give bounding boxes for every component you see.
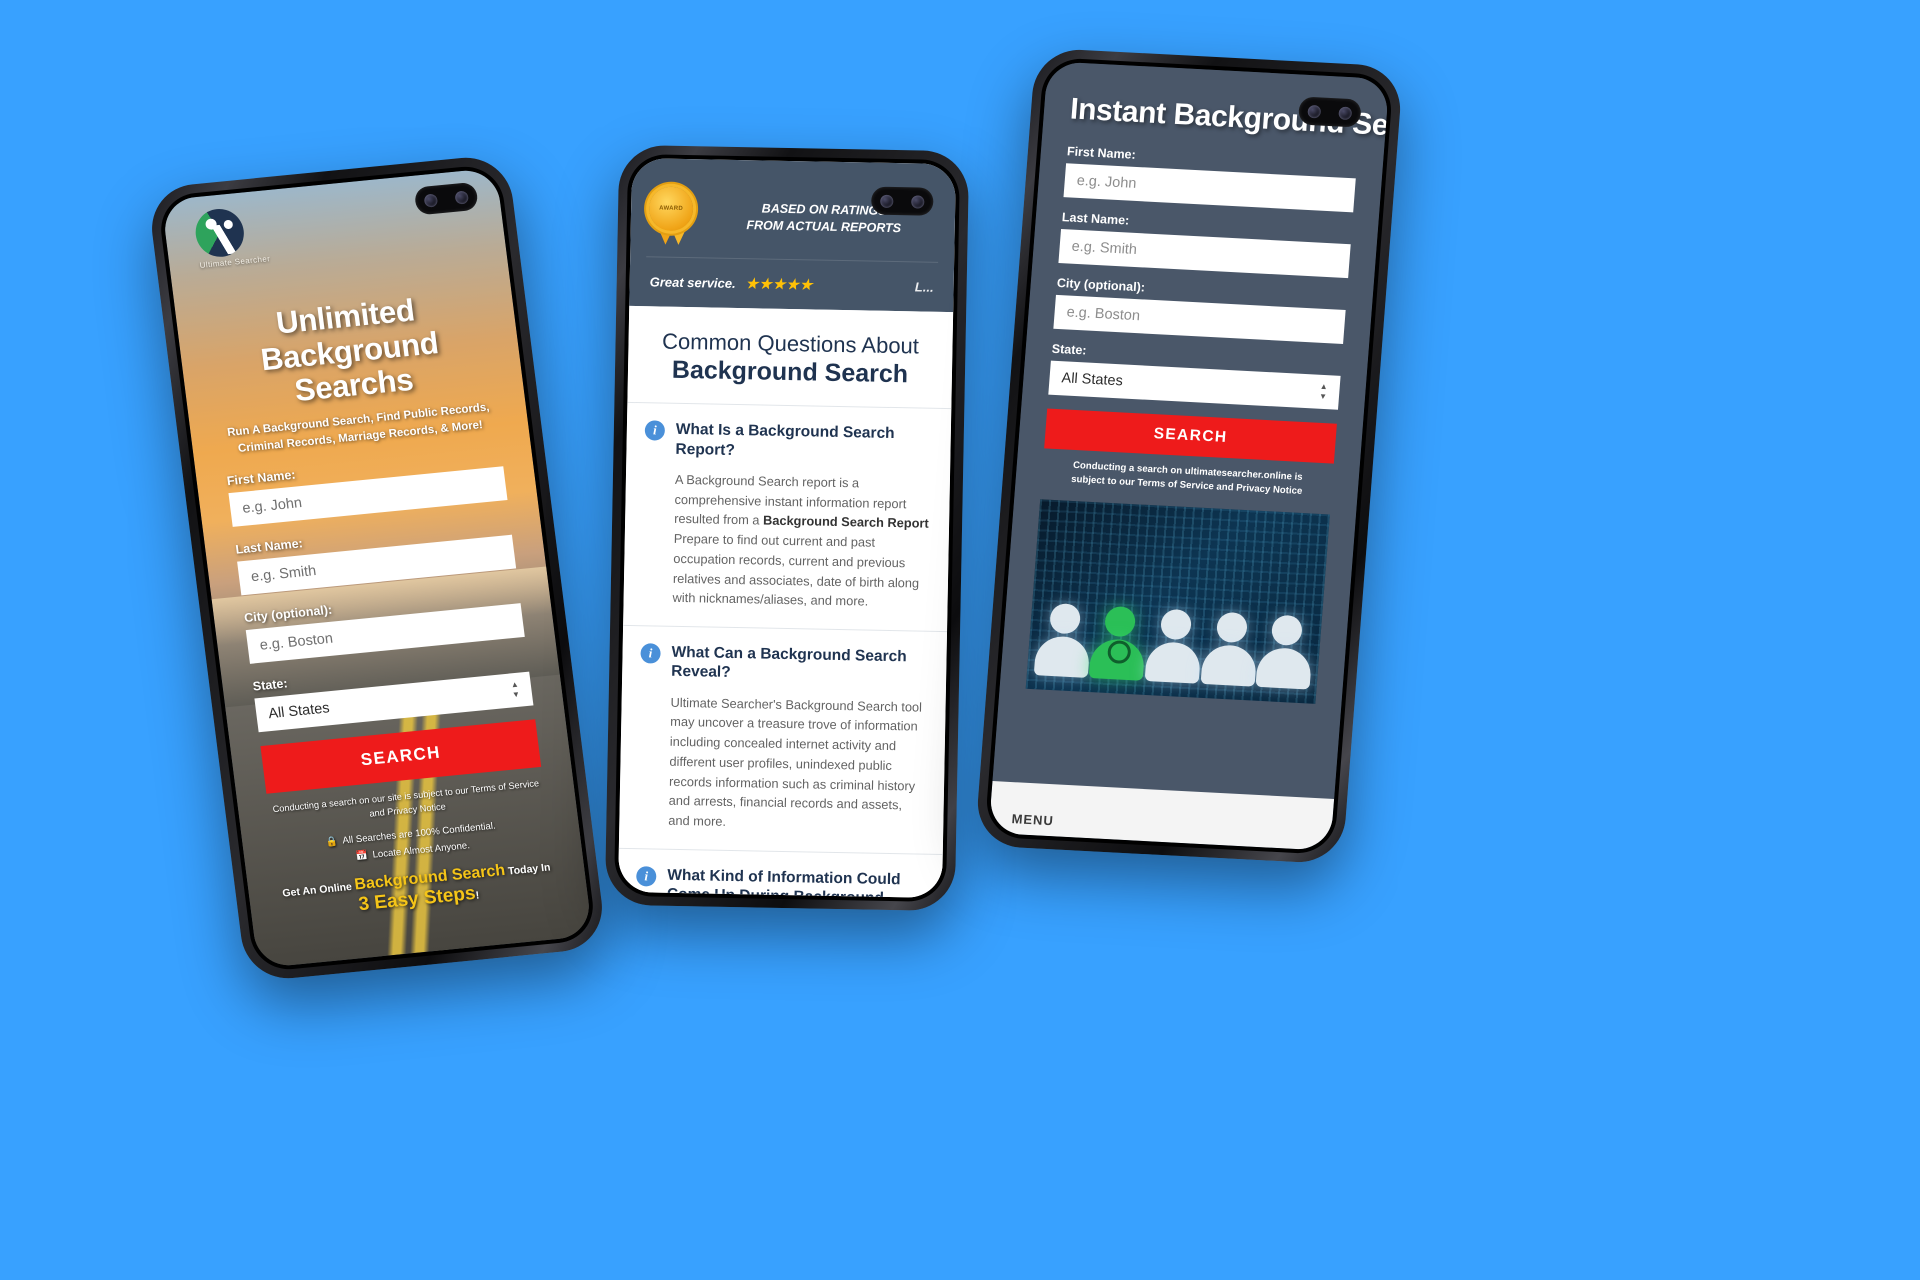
faq-question: What Is a Background Search Report? — [675, 421, 895, 459]
calendar-icon: 📅 — [355, 849, 369, 862]
state-select-value: All States — [1060, 370, 1124, 390]
phone-middle: AWARD BASED ON RATINGS FROM ACTUAL REPOR… — [604, 144, 970, 912]
stepper-arrows-icon: ▲ ▼ — [510, 680, 521, 700]
phone-right: Instant Background Search First Name: e.… — [974, 47, 1404, 865]
camera-punchhole-right — [1297, 96, 1362, 128]
faq-heading-line-2: Background Search — [671, 356, 909, 389]
info-icon: i — [636, 865, 657, 887]
search-button[interactable]: SEARCH — [1044, 408, 1337, 464]
award-badge-label: AWARD — [659, 205, 684, 212]
faq-section: Common Questions About Background Search… — [617, 305, 954, 899]
faq-answer-bold: Background Search Report — [762, 512, 929, 532]
faq-item[interactable]: i What Can a Background Search Reveal? U… — [618, 624, 948, 854]
hero-photo — [1025, 499, 1330, 704]
faq-question-row[interactable]: i What Is a Background Search Report? — [644, 420, 933, 464]
right-page-content: Instant Background Search First Name: e.… — [988, 61, 1390, 851]
review-author: L... — [914, 279, 934, 295]
faq-answer: Ultimate Searcher's Background Search to… — [668, 694, 923, 829]
faq-item[interactable]: i What Kind of Information Could Come Up… — [617, 847, 943, 899]
award-header: AWARD BASED ON RATINGS FROM ACTUAL REPOR… — [629, 157, 957, 313]
faq-answer: A Background Search report is a comprehe… — [672, 470, 932, 613]
faq-question: What Kind of Information Could Come Up D… — [666, 866, 901, 899]
rating-line-2: FROM ACTUAL REPORTS — [746, 218, 902, 236]
award-ribbon-icon: AWARD — [646, 186, 695, 246]
lock-icon: 🔒 — [325, 835, 339, 848]
person-silhouette — [1255, 614, 1316, 690]
terms-notice: Conducting a search on ultimatesearcher.… — [1041, 457, 1333, 500]
person-silhouette — [1200, 611, 1260, 687]
page-title: Unlimited Background Searchs — [258, 292, 441, 409]
brand-name: Ultimate Searcher — [199, 254, 271, 270]
review-text: Great service. — [649, 274, 736, 291]
info-icon: i — [640, 643, 661, 664]
phone-right-screen: Instant Background Search First Name: e.… — [988, 61, 1390, 851]
faq-heading: Common Questions About Background Search — [627, 306, 953, 408]
faq-heading-line-1: Common Questions About — [661, 328, 920, 359]
people-silhouettes — [1027, 602, 1322, 690]
faq-question-row[interactable]: i What Kind of Information Could Come Up… — [635, 865, 924, 898]
person-silhouette — [1033, 602, 1094, 678]
stepper-arrows-icon: ▲ ▼ — [1318, 381, 1329, 401]
phone-left-screen: Ultimate Searcher Unlimited Background S… — [161, 167, 593, 969]
phone-left: Ultimate Searcher Unlimited Background S… — [146, 153, 608, 983]
phone-right-bezel: Instant Background Search First Name: e.… — [984, 56, 1394, 856]
phone-middle-bezel: AWARD BASED ON RATINGS FROM ACTUAL REPOR… — [613, 153, 961, 903]
left-page-content: Ultimate Searcher Unlimited Background S… — [161, 168, 593, 969]
star-rating-icon: ★★★★★ — [745, 275, 814, 293]
steps-mid-text: Today In — [507, 861, 552, 878]
faq-question-row[interactable]: i What Can a Background Search Reveal? — [640, 642, 929, 686]
state-select-value: All States — [267, 700, 331, 723]
review-row: Great service. ★★★★★ L... — [645, 256, 939, 312]
phone-left-bezel: Ultimate Searcher Unlimited Background S… — [156, 163, 598, 973]
info-icon: i — [644, 420, 666, 441]
poster-canvas: Ultimate Searcher Unlimited Background S… — [0, 0, 1920, 1280]
person-silhouette — [1144, 608, 1205, 684]
camera-punchhole-middle — [871, 186, 934, 216]
ultimate-searcher-logo-icon — [192, 206, 247, 260]
phone-middle-screen: AWARD BASED ON RATINGS FROM ACTUAL REPOR… — [617, 157, 957, 899]
faq-answer-post: Prepare to find out current and past occ… — [672, 530, 920, 609]
steps-end-text: ! — [475, 889, 481, 903]
person-silhouette-highlighted — [1089, 605, 1149, 681]
faq-item[interactable]: i What Is a Background Search Report? A … — [623, 402, 952, 632]
faq-question: What Can a Background Search Reveal? — [671, 643, 907, 682]
